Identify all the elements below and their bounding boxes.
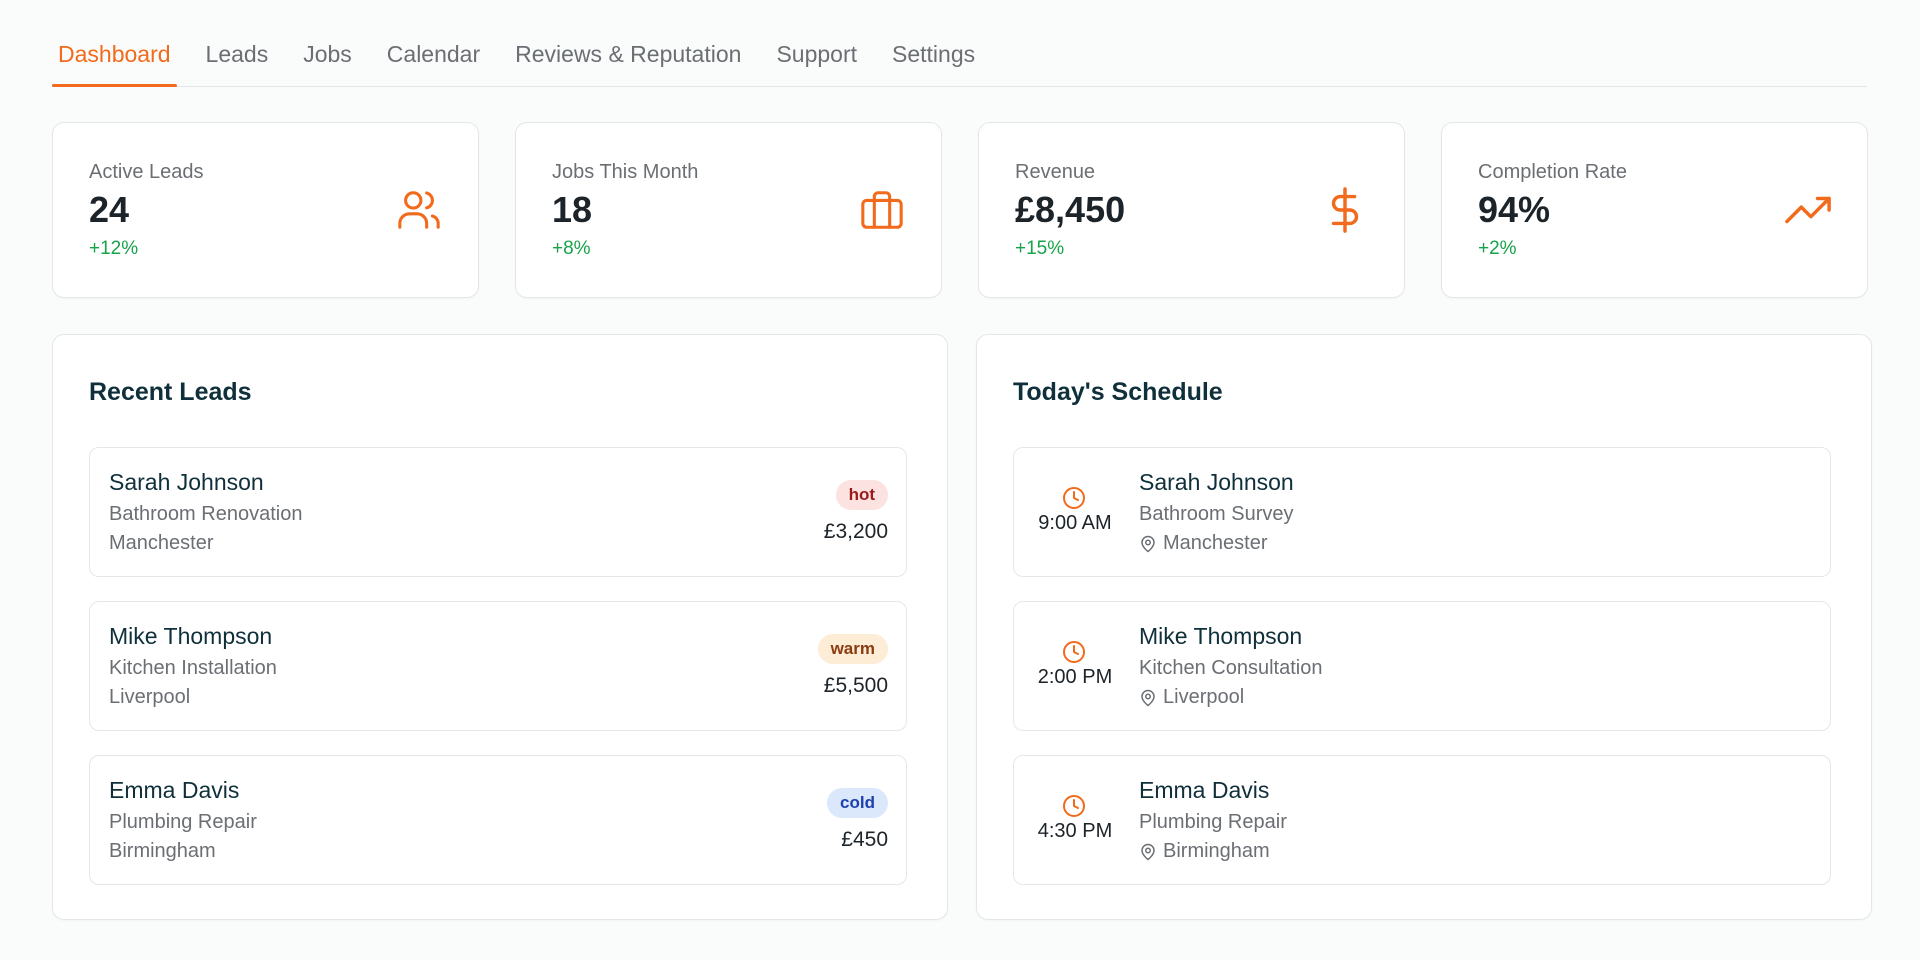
- lead-amount: £5,500: [823, 674, 888, 697]
- client-name: Sarah Johnson: [1139, 469, 1294, 495]
- clock-icon: [1062, 486, 1086, 510]
- tab-reviews-reputation[interactable]: Reviews & Reputation: [509, 41, 747, 86]
- map-pin-icon: [1141, 535, 1155, 552]
- clock-icon: [1062, 794, 1086, 818]
- main-tabs: Dashboard Leads Jobs Calendar Reviews & …: [52, 0, 1867, 87]
- stat-change: +2%: [1478, 238, 1517, 259]
- appointment-type: Kitchen Consultation: [1139, 657, 1323, 679]
- stats-row: Active Leads 24 +12% Jobs This Month 18 …: [52, 122, 1868, 298]
- stat-value: 18: [552, 189, 593, 230]
- location-text: Manchester: [1163, 532, 1268, 554]
- lead-location: Birmingham: [109, 840, 216, 862]
- stat-card-completion-rate: Completion Rate 94% +2%: [1441, 122, 1868, 298]
- stat-card-jobs-this-month: Jobs This Month 18 +8%: [515, 122, 942, 298]
- lead-service: Kitchen Installation: [109, 657, 277, 679]
- recent-leads-panel: Recent Leads Sarah Johnson Bathroom Reno…: [52, 334, 948, 920]
- lead-name: Emma Davis: [109, 777, 240, 803]
- tab-calendar[interactable]: Calendar: [381, 41, 486, 86]
- todays-schedule-panel: Today's Schedule 9:00 AM Sarah Johnson B…: [976, 334, 1872, 920]
- lead-item[interactable]: Mike Thompson Kitchen Installation Liver…: [89, 601, 907, 731]
- schedule-item[interactable]: 4:30 PM Emma Davis Plumbing Repair Birmi…: [1013, 755, 1831, 885]
- tab-leads[interactable]: Leads: [200, 41, 275, 86]
- panel-title: Recent Leads: [89, 378, 252, 406]
- stat-card-revenue: Revenue £8,450 +15%: [978, 122, 1405, 298]
- stat-label: Completion Rate: [1478, 161, 1627, 183]
- appointment-type: Bathroom Survey: [1139, 503, 1294, 525]
- lead-location: Liverpool: [109, 686, 191, 708]
- lead-service: Plumbing Repair: [109, 811, 257, 833]
- location-text: Liverpool: [1163, 686, 1245, 708]
- schedule-item[interactable]: 2:00 PM Mike Thompson Kitchen Consultati…: [1013, 601, 1831, 731]
- lead-location: Manchester: [109, 532, 214, 554]
- tab-jobs[interactable]: Jobs: [297, 41, 358, 86]
- stat-label: Revenue: [1015, 161, 1096, 183]
- schedule-time: 2:00 PM: [1037, 666, 1113, 688]
- briefcase-icon: [859, 187, 905, 233]
- clock-icon: [1062, 640, 1086, 664]
- stat-change: +8%: [552, 238, 591, 259]
- stat-value: 24: [89, 189, 130, 230]
- status-badge: warm: [817, 634, 888, 664]
- stat-label: Jobs This Month: [552, 161, 699, 183]
- lead-name: Mike Thompson: [109, 623, 273, 649]
- appointment-location: Manchester: [1139, 532, 1268, 555]
- panel-title: Today's Schedule: [1013, 378, 1223, 406]
- status-badge: cold: [827, 788, 888, 818]
- schedule-item[interactable]: 9:00 AM Sarah Johnson Bathroom Survey Ma…: [1013, 447, 1831, 577]
- client-name: Emma Davis: [1139, 777, 1270, 803]
- map-pin-icon: [1141, 843, 1155, 860]
- map-pin-icon: [1141, 689, 1155, 706]
- schedule-time: 9:00 AM: [1038, 512, 1112, 534]
- tab-support[interactable]: Support: [770, 41, 863, 86]
- dashboard: Dashboard Leads Jobs Calendar Reviews & …: [52, 0, 1872, 920]
- stat-change: +15%: [1015, 238, 1065, 259]
- appointment-location: Liverpool: [1139, 686, 1244, 709]
- tab-dashboard[interactable]: Dashboard: [52, 41, 177, 87]
- stat-value: 94%: [1478, 189, 1551, 230]
- trending-up-icon: [1785, 187, 1831, 233]
- status-badge: hot: [835, 480, 888, 510]
- stat-value: £8,450: [1015, 189, 1126, 230]
- client-name: Mike Thompson: [1139, 623, 1303, 649]
- schedule-time: 4:30 PM: [1037, 820, 1113, 842]
- stat-label: Active Leads: [89, 161, 204, 183]
- lead-amount: £3,200: [823, 520, 888, 543]
- stat-card-active-leads: Active Leads 24 +12%: [52, 122, 479, 298]
- appointment-location: Birmingham: [1139, 840, 1270, 863]
- stat-change: +12%: [89, 238, 139, 259]
- lead-name: Sarah Johnson: [109, 469, 264, 495]
- lead-amount: £450: [841, 828, 888, 851]
- dollar-icon: [1322, 187, 1368, 233]
- lead-service: Bathroom Renovation: [109, 503, 303, 525]
- tab-settings[interactable]: Settings: [886, 41, 981, 86]
- lead-item[interactable]: Emma Davis Plumbing Repair Birmingham co…: [89, 755, 907, 885]
- appointment-type: Plumbing Repair: [1139, 811, 1287, 833]
- lead-item[interactable]: Sarah Johnson Bathroom Renovation Manche…: [89, 447, 907, 577]
- users-icon: [396, 187, 442, 233]
- location-text: Birmingham: [1163, 840, 1270, 862]
